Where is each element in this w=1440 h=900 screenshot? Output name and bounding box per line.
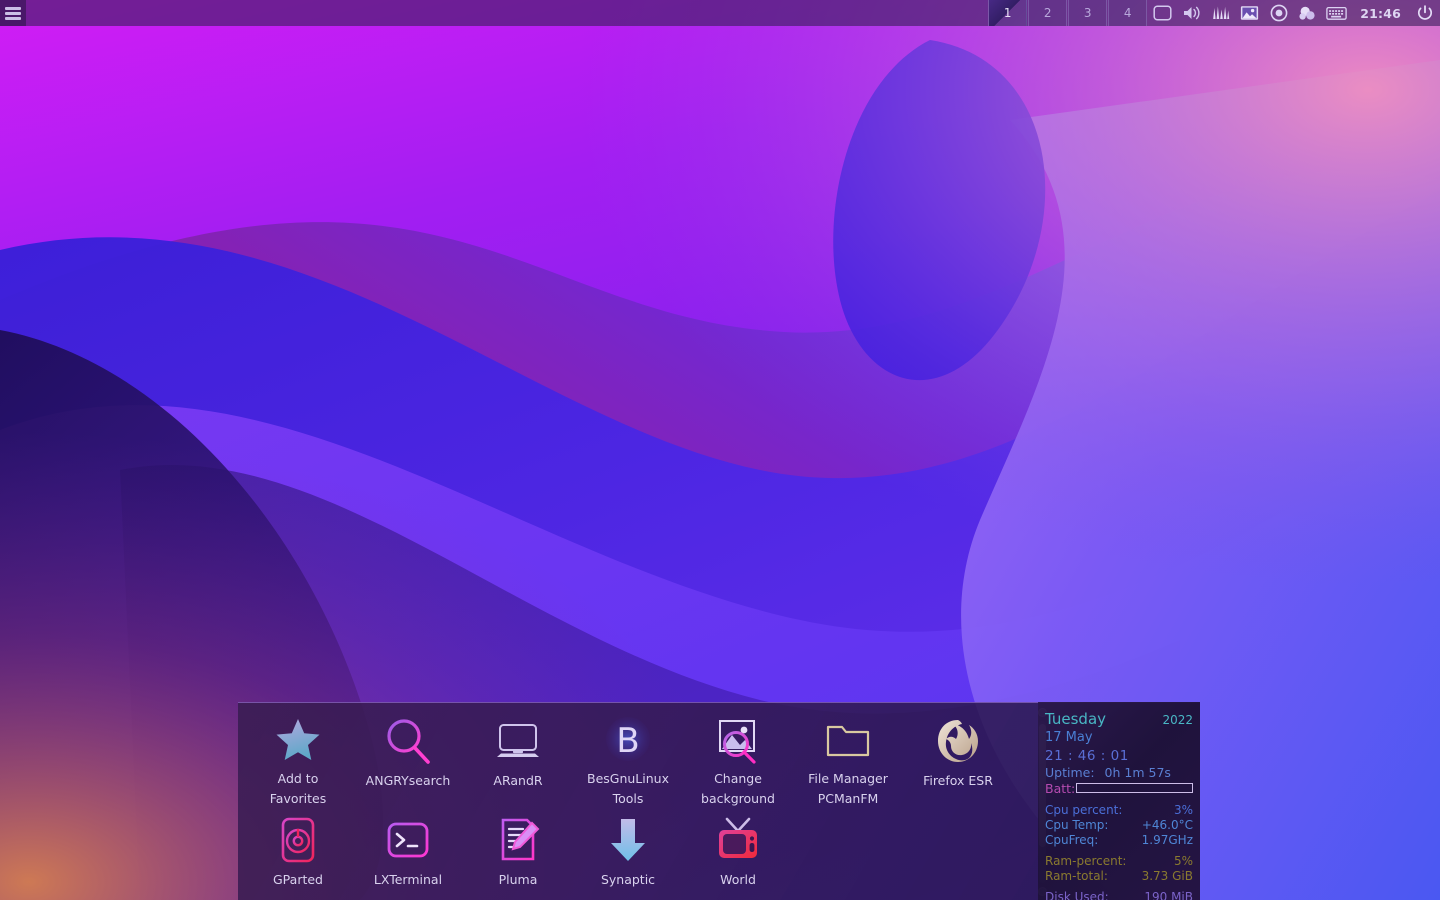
app-world[interactable]: World — [683, 806, 793, 900]
app-pluma[interactable]: Pluma — [463, 806, 573, 900]
workspace-2[interactable]: 2 — [1028, 0, 1068, 26]
application-grid: Add to Favorites ANGRYsearch ARandR B Be… — [238, 703, 1030, 900]
conky-uptime-row: Uptime: 0h 1m 57s — [1045, 765, 1193, 781]
workspace-3[interactable]: 3 — [1068, 0, 1108, 26]
television-icon — [712, 814, 764, 866]
audio-mixer-icon[interactable] — [1206, 0, 1235, 26]
stat-label: Ram-percent: — [1045, 854, 1127, 868]
app-add-to-favorites[interactable]: Add to Favorites — [243, 707, 353, 806]
system-tray: 21:46 — [1148, 0, 1440, 26]
app-gparted[interactable]: GParted — [243, 806, 353, 900]
record-icon[interactable] — [1264, 0, 1293, 26]
app-besgnulinux-tools[interactable]: B BesGnuLinux Tools — [573, 707, 683, 806]
letter-b-icon: B — [602, 715, 654, 765]
conky-day: Tuesday — [1045, 710, 1107, 728]
app-label: GParted — [273, 872, 323, 887]
display-icon[interactable] — [1148, 0, 1177, 26]
conky-cpu-temp-row: Cpu Temp: +46.0°C — [1045, 818, 1193, 833]
workspace-1[interactable]: 1 — [988, 0, 1028, 26]
firefox-icon — [932, 715, 984, 767]
main-menu-button[interactable] — [0, 0, 26, 26]
app-file-manager-pcmanfm[interactable]: File Manager PCManFM — [793, 707, 903, 806]
app-label: LXTerminal — [373, 872, 443, 887]
app-label: File Manager PCManFM — [808, 771, 888, 806]
stat-value: +46.0°C — [1141, 818, 1193, 832]
laptop-screen-icon — [492, 715, 544, 767]
stat-label: Cpu percent: — [1045, 803, 1123, 817]
app-label: Change background — [701, 771, 775, 806]
app-synaptic[interactable]: Synaptic — [573, 806, 683, 900]
conky-cpu-percent-row: Cpu percent: 3% — [1045, 803, 1193, 818]
terminal-icon — [382, 814, 434, 866]
weather-icon[interactable] — [1293, 0, 1322, 26]
conky-battery-row: Batt: — [1045, 781, 1193, 797]
clock[interactable]: 21:46 — [1351, 0, 1410, 26]
conky-cpu-freq-row: CpuFreq: 1.97GHz — [1045, 833, 1193, 848]
keyboard-icon[interactable] — [1322, 0, 1351, 26]
system-monitor-conky: Tuesday 2022 17 May 21 : 46 : 01 Uptime:… — [1038, 702, 1200, 900]
wallpaper-picker-icon — [712, 715, 764, 765]
app-label: Firefox ESR — [923, 773, 993, 788]
conky-uptime-value: 0h 1m 57s — [1104, 765, 1171, 780]
app-label: BesGnuLinux Tools — [587, 771, 669, 806]
battery-bar — [1076, 783, 1193, 793]
workspace-4[interactable]: 4 — [1108, 0, 1148, 26]
svg-text:B: B — [616, 721, 639, 761]
down-arrow-icon — [602, 814, 654, 866]
app-label: Add to Favorites — [269, 771, 327, 806]
stat-value: 5% — [1173, 854, 1193, 868]
stat-label: Cpu Temp: — [1045, 818, 1109, 832]
stat-value: 3% — [1173, 803, 1193, 817]
stat-value: 3.73 GiB — [1141, 869, 1193, 883]
top-panel: 1 2 3 4 21:46 — [0, 0, 1440, 26]
app-label: ANGRYsearch — [365, 773, 451, 788]
desktop[interactable]: 1 2 3 4 21:46 Add to Favorites ANGRYsear… — [0, 0, 1440, 900]
conky-year: 2022 — [1162, 713, 1193, 727]
conky-time: 21 : 46 : 01 — [1045, 748, 1129, 764]
volume-icon[interactable] — [1177, 0, 1206, 26]
conky-date: 17 May — [1045, 730, 1093, 745]
hamburger-menu-icon — [5, 6, 21, 20]
conky-uptime-label: Uptime: — [1045, 765, 1095, 780]
app-firefox-esr[interactable]: Firefox ESR — [903, 707, 1013, 806]
task-list[interactable] — [26, 0, 988, 26]
app-angrysearch[interactable]: ANGRYsearch — [353, 707, 463, 806]
folder-icon — [822, 715, 874, 765]
notepad-pencil-icon — [492, 814, 544, 866]
stat-label: Disk Used: — [1045, 890, 1109, 900]
stat-label: Ram-total: — [1045, 869, 1108, 883]
gparted-disc-icon — [272, 814, 324, 866]
app-lxterminal[interactable]: LXTerminal — [353, 806, 463, 900]
star-icon — [272, 715, 324, 765]
conky-day-year-row: Tuesday 2022 — [1045, 710, 1193, 729]
app-label: ARandR — [493, 773, 543, 788]
app-label: Pluma — [498, 872, 538, 887]
conky-ram-percent-row: Ram-percent: 5% — [1045, 854, 1193, 869]
stat-value: 1.97GHz — [1141, 833, 1193, 847]
app-arandr[interactable]: ARandR — [463, 707, 573, 806]
app-label: Synaptic — [600, 872, 656, 887]
stat-value: 190 MiB — [1144, 890, 1193, 900]
magnifier-icon — [382, 715, 434, 767]
app-label: World — [720, 872, 756, 887]
app-change-background[interactable]: Change background — [683, 707, 793, 806]
image-viewer-icon[interactable] — [1235, 0, 1264, 26]
stat-label: CpuFreq: — [1045, 833, 1099, 847]
conky-disk-used-row: Disk Used: 190 MiB — [1045, 890, 1193, 900]
conky-ram-total-row: Ram-total: 3.73 GiB — [1045, 869, 1193, 884]
workspace-switcher[interactable]: 1 2 3 4 — [988, 0, 1148, 26]
conky-battery-label: Batt: — [1045, 781, 1076, 796]
power-icon[interactable] — [1410, 0, 1440, 26]
